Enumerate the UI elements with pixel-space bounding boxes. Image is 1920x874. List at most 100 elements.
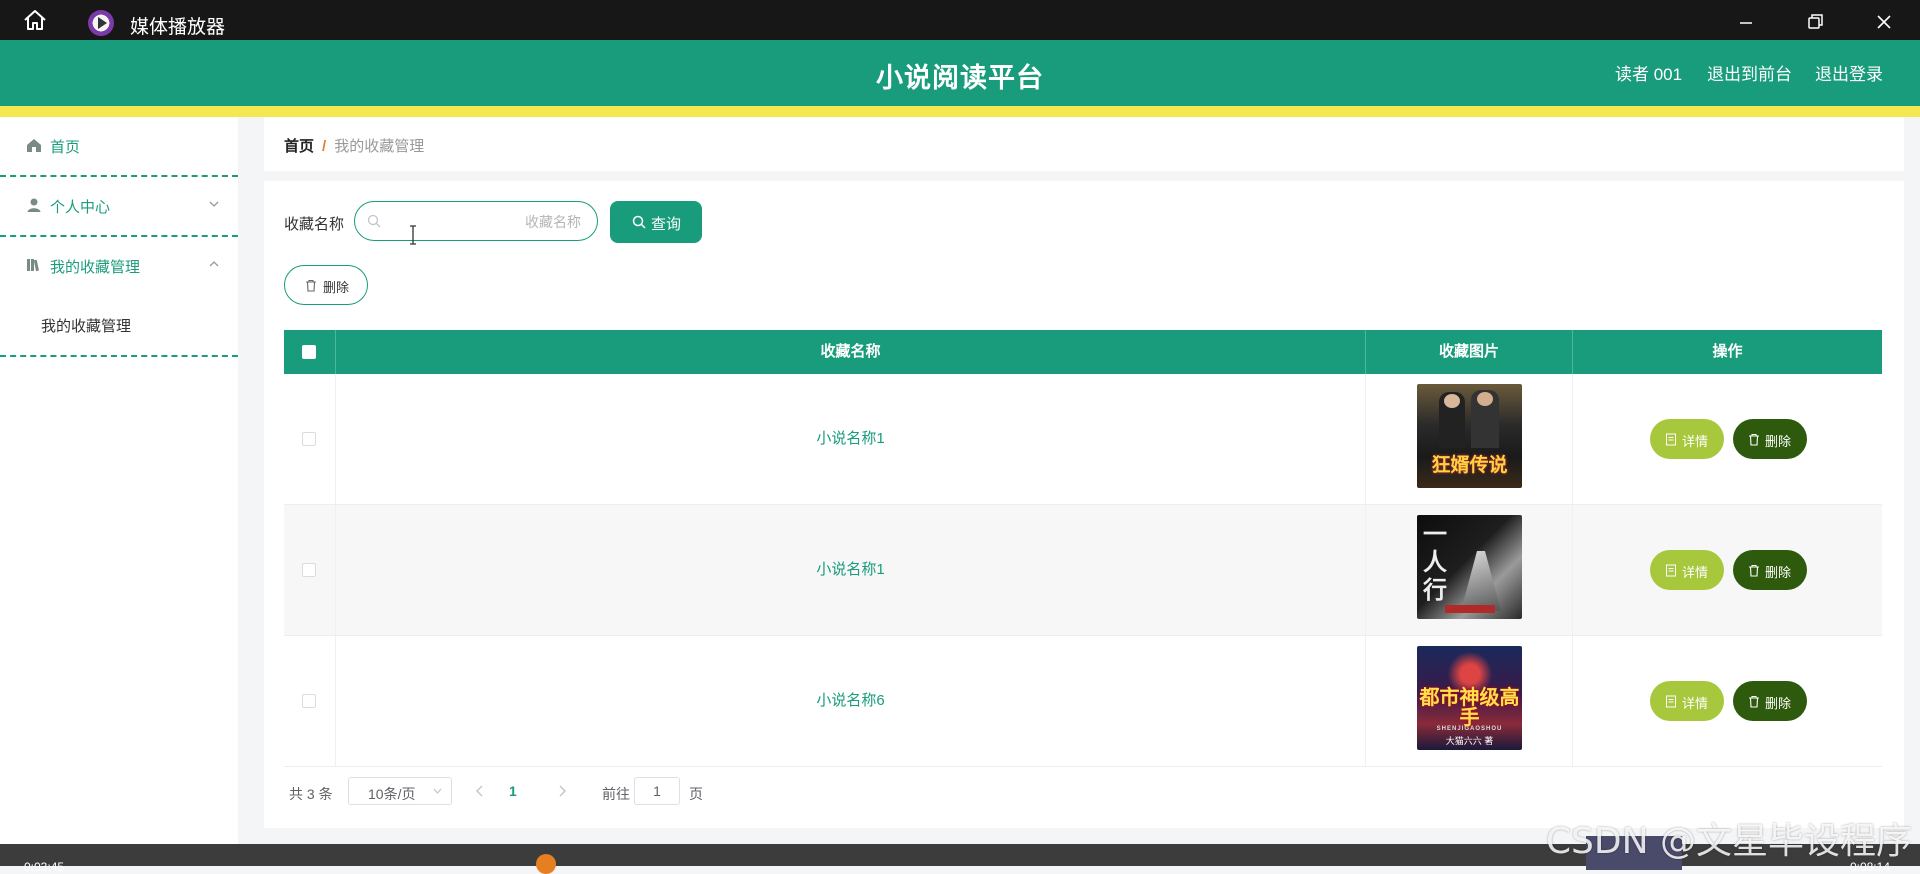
- batch-delete-button[interactable]: 删除: [284, 265, 368, 305]
- user-icon: [27, 198, 41, 212]
- trash-icon: [1749, 695, 1759, 708]
- actions-cell: 详情 删除: [1573, 505, 1882, 635]
- chevron-down-icon: [209, 201, 219, 207]
- next-page-icon[interactable]: [557, 785, 567, 797]
- search-icon: [632, 215, 646, 229]
- search-input[interactable]: [389, 209, 583, 235]
- book-cover-image: 狂婿传说: [1417, 384, 1522, 488]
- row-checkbox[interactable]: [302, 694, 316, 708]
- media-player-icon: [88, 10, 114, 36]
- sidebar-subitem-label: 我的收藏管理: [41, 318, 132, 335]
- sidebar-item-home[interactable]: 首页: [0, 117, 238, 177]
- chevron-up-icon: [209, 261, 219, 267]
- sidebar-item-my-favorites[interactable]: 我的收藏管理: [0, 237, 238, 295]
- select-all-checkbox[interactable]: [302, 345, 316, 359]
- sidebar: 首页 个人中心 我的收藏管理 我的收藏管理: [0, 117, 238, 844]
- breadcrumb-home[interactable]: 首页: [284, 138, 314, 155]
- cover-title: 狂婿传说: [1431, 455, 1508, 476]
- favorite-name: 小说名称1: [336, 374, 1366, 504]
- row-select-cell: [284, 505, 336, 635]
- delete-button[interactable]: 删除: [1733, 419, 1807, 459]
- detail-button-label: 详情: [1682, 434, 1709, 449]
- breadcrumb: 首页 / 我的收藏管理: [284, 135, 424, 156]
- detail-button[interactable]: 详情: [1650, 550, 1724, 590]
- close-icon[interactable]: [1866, 8, 1902, 36]
- table-row: 小说名称6 都市神级高手 SHENJIGAOSHOU 大猫六六 著 详情 删除: [284, 636, 1882, 767]
- page-size-select[interactable]: 10条/页: [348, 777, 452, 805]
- delete-button[interactable]: 删除: [1733, 550, 1807, 590]
- table-header: 收藏名称 收藏图片 操作: [284, 330, 1882, 374]
- pagination-total: 共 3 条: [289, 786, 333, 802]
- search-input-wrapper[interactable]: [354, 201, 598, 241]
- column-header-name: 收藏名称: [336, 330, 1366, 374]
- row-checkbox[interactable]: [302, 432, 316, 446]
- document-icon: [1666, 433, 1676, 446]
- detail-button[interactable]: 详情: [1650, 419, 1724, 459]
- search-label: 收藏名称: [284, 216, 345, 233]
- chevron-down-icon: [433, 788, 442, 794]
- page-number-current[interactable]: 1: [509, 783, 517, 799]
- sidebar-item-label: 个人中心: [50, 199, 111, 216]
- favorite-name: 小说名称1: [336, 505, 1366, 635]
- query-button[interactable]: 查询: [610, 201, 702, 243]
- sidebar-item-label: 首页: [50, 139, 81, 156]
- detail-button-label: 详情: [1682, 696, 1709, 711]
- row-checkbox[interactable]: [302, 563, 316, 577]
- row-select-cell: [284, 374, 336, 504]
- cover-title: 一人行: [1423, 521, 1447, 604]
- main-panel: 收藏名称 查询 删除 收藏名称 收藏图片 操作 小说名称1: [264, 181, 1904, 828]
- cover-cell: 都市神级高手 SHENJIGAOSHOU 大猫六六 著: [1366, 636, 1573, 766]
- breadcrumb-bar: 首页 / 我的收藏管理: [264, 117, 1904, 171]
- trash-icon: [1749, 433, 1759, 446]
- minimize-icon[interactable]: [1728, 8, 1764, 36]
- page-size-value: 10条/页: [368, 786, 416, 802]
- app-icon: [536, 854, 556, 874]
- home-icon[interactable]: [20, 8, 50, 32]
- page-unit-label: 页: [689, 786, 703, 802]
- breadcrumb-current: 我的收藏管理: [334, 138, 425, 155]
- exit-to-front-link[interactable]: 退出到前台: [1707, 60, 1792, 85]
- trash-icon: [306, 279, 316, 292]
- document-icon: [1666, 695, 1676, 708]
- delete-button-label: 删除: [1765, 565, 1792, 580]
- actions-cell: 详情 删除: [1573, 374, 1882, 504]
- favorites-table: 收藏名称 收藏图片 操作 小说名称1 狂婿传说 详情 删除 小说名称1 一人行 …: [284, 330, 1882, 767]
- batch-delete-label: 删除: [323, 280, 350, 295]
- search-icon: [367, 214, 381, 228]
- table-row: 小说名称1 一人行 详情 删除: [284, 505, 1882, 636]
- restore-icon[interactable]: [1797, 8, 1833, 36]
- delete-button-label: 删除: [1765, 696, 1792, 711]
- sidebar-item-personal-center[interactable]: 个人中心: [0, 177, 238, 237]
- cover-title: 都市神级高手: [1419, 687, 1520, 729]
- detail-button-label: 详情: [1682, 565, 1709, 580]
- goto-page-input[interactable]: [634, 777, 680, 805]
- table-row: 小说名称1 狂婿传说 详情 删除: [284, 374, 1882, 505]
- breadcrumb-separator: /: [322, 138, 327, 155]
- elapsed-time: 0:03:45: [24, 860, 65, 874]
- cover-subtitle: SHENJIGAOSHOU: [1436, 726, 1503, 732]
- document-icon: [1666, 564, 1676, 577]
- column-header-image: 收藏图片: [1366, 330, 1573, 374]
- book-library-icon: [27, 259, 39, 272]
- cover-cell: 狂婿传说: [1366, 374, 1573, 504]
- query-button-label: 查询: [651, 216, 682, 233]
- current-user-label: 读者 001: [1615, 65, 1683, 84]
- goto-label: 前往: [602, 786, 630, 802]
- sidebar-subitem-my-favorites[interactable]: 我的收藏管理: [0, 295, 238, 357]
- app-header: 小说阅读平台 读者 001 退出到前台 退出登录: [0, 40, 1920, 117]
- book-cover-image: 一人行: [1417, 515, 1522, 619]
- cover-author: 大猫六六 著: [1445, 736, 1494, 746]
- favorite-name: 小说名称6: [336, 636, 1366, 766]
- delete-button[interactable]: 删除: [1733, 681, 1807, 721]
- actions-cell: 详情 删除: [1573, 636, 1882, 766]
- row-select-cell: [284, 636, 336, 766]
- book-cover-image: 都市神级高手 SHENJIGAOSHOU 大猫六六 著: [1417, 646, 1522, 750]
- prev-page-icon[interactable]: [475, 785, 485, 797]
- pagination: 共 3 条 10条/页 1 前往 页: [289, 777, 889, 807]
- csdn-watermark: CSDN @文星毕设程序: [1545, 821, 1912, 862]
- detail-button[interactable]: 详情: [1650, 681, 1724, 721]
- logout-link[interactable]: 退出登录: [1815, 60, 1883, 85]
- text-cursor-icon: [410, 225, 416, 245]
- sidebar-item-label: 我的收藏管理: [50, 259, 141, 276]
- trash-icon: [1749, 564, 1759, 577]
